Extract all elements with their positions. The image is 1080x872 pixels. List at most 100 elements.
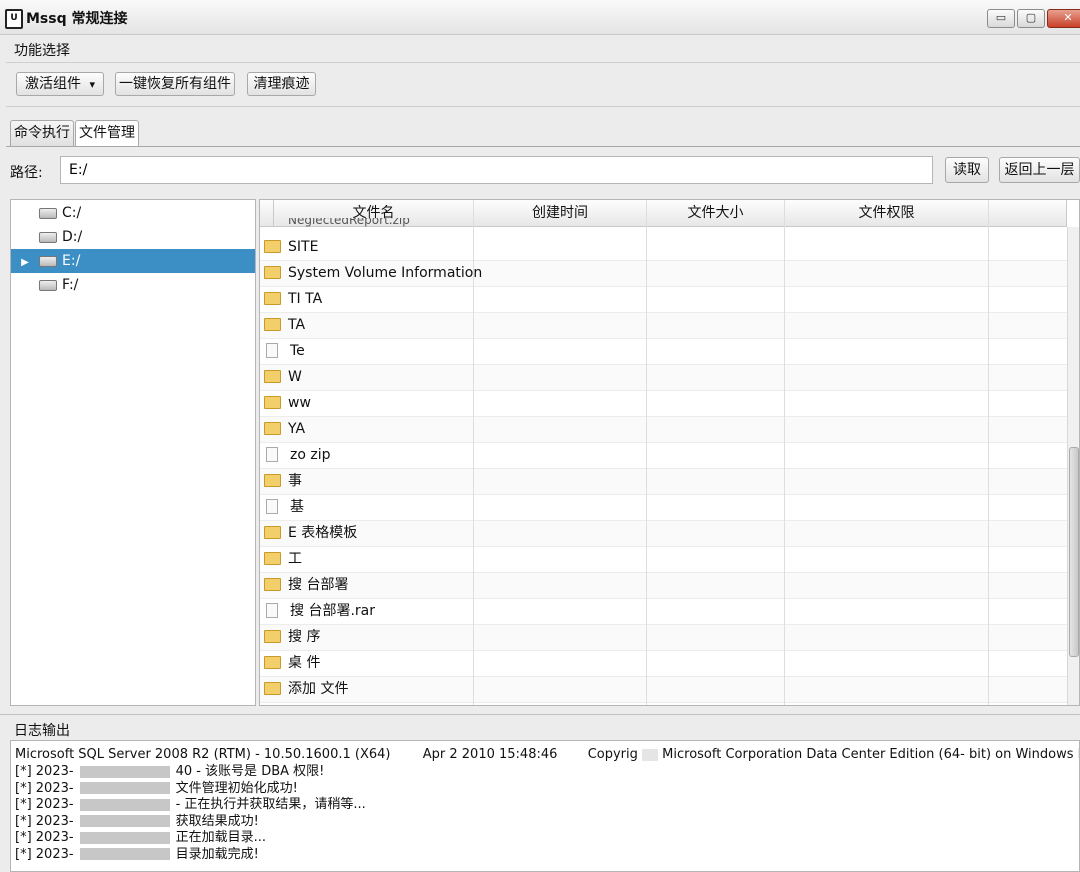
activate-label: 激活组件: [25, 76, 81, 92]
table-row[interactable]: System Volume Information: [260, 261, 1067, 287]
table-row[interactable]: YA: [260, 417, 1067, 443]
log-prefix: [*] 2023-: [15, 830, 74, 845]
log-message: 正在加载目录...: [175, 830, 266, 845]
divider: [6, 62, 1080, 63]
drive-icon: [39, 231, 57, 243]
file-name-text: E 表格模板: [288, 525, 358, 541]
column-divider: [784, 200, 785, 705]
table-row[interactable]: 桌 件: [260, 651, 1067, 677]
log-message: 获取结果成功!: [175, 813, 259, 829]
column-divider: [646, 200, 647, 705]
tree-item-f[interactable]: F:/: [11, 273, 255, 297]
tree-item-label: F:/: [62, 277, 79, 293]
read-button[interactable]: 读取: [945, 157, 989, 183]
partial-row: NeglectedReport.zip: [288, 218, 410, 227]
folder-icon: [264, 525, 281, 539]
tab-file-manager[interactable]: 文件管理: [75, 120, 139, 147]
file-name-text: 桌 件: [288, 655, 321, 671]
folder-icon: [264, 421, 281, 435]
file-icon: [266, 602, 278, 618]
expand-arrow-icon[interactable]: ▶: [11, 251, 39, 275]
tab-command-exec[interactable]: 命令执行: [10, 120, 74, 146]
table-row[interactable]: E 表格模板: [260, 521, 1067, 547]
file-name-cell: 搜 台部署.rar: [264, 599, 375, 624]
file-name-text: 工: [288, 551, 302, 567]
file-name-cell: zo zip: [264, 443, 331, 468]
log-output-label: 日志输出: [14, 723, 70, 739]
log-copyright: Copyrig: [587, 747, 638, 762]
table-row[interactable]: 添加 文件: [260, 677, 1067, 703]
file-name-text: ww: [288, 395, 311, 411]
tree-item-label: C:/: [62, 205, 82, 221]
window-titlebar: [0, 0, 1080, 35]
table-row[interactable]: W: [260, 365, 1067, 391]
file-name-cell: 搜 序: [264, 625, 320, 650]
row-header-spacer: [260, 200, 274, 227]
file-name-text: 基: [290, 499, 304, 515]
go-up-button[interactable]: 返回上一层: [999, 157, 1080, 183]
file-name-text: 添加 文件: [288, 681, 349, 697]
file-name-cell: ww: [264, 391, 311, 416]
file-name-cell: 桌 件: [264, 651, 320, 676]
tree-item-d[interactable]: D:/: [11, 225, 255, 249]
folder-icon: [264, 317, 281, 331]
table-row[interactable]: TA: [260, 313, 1067, 339]
log-line: [*] 2023- 文件管理初始化成功!: [15, 780, 298, 797]
log-line: [*] 2023- 获取结果成功!: [15, 813, 259, 830]
file-name-cell: W: [264, 365, 302, 390]
file-name-text: TI TA: [288, 291, 323, 307]
app-icon: U: [5, 9, 23, 29]
folder-icon: [264, 577, 281, 591]
maximize-button[interactable]: ▢: [1017, 9, 1045, 28]
drive-icon: [39, 207, 57, 219]
tree-item-label: E:/: [62, 253, 81, 269]
restore-all-button[interactable]: 一键恢复所有组件: [115, 72, 235, 96]
table-row[interactable]: TI TA: [260, 287, 1067, 313]
table-row[interactable]: 事: [260, 469, 1067, 495]
table-row[interactable]: 基: [260, 495, 1067, 521]
table-row[interactable]: 搜 台部署: [260, 573, 1067, 599]
file-table: 文件名 创建时间 文件大小 文件权限 NeglectedReport.zip S…: [259, 199, 1080, 706]
table-row[interactable]: Te: [260, 339, 1067, 365]
folder-icon: [264, 655, 281, 669]
folder-icon: [264, 291, 281, 305]
drive-icon: [39, 255, 57, 267]
path-input[interactable]: [60, 156, 933, 184]
column-header-permission[interactable]: 文件权限: [785, 200, 989, 227]
tree-item-c[interactable]: C:/: [11, 201, 255, 225]
tree-item-e[interactable]: ▶ E:/: [11, 249, 255, 273]
column-header-size[interactable]: 文件大小: [647, 200, 785, 227]
redacted-block: [79, 848, 170, 860]
table-row[interactable]: SITE: [260, 235, 1067, 261]
folder-icon: [264, 395, 281, 409]
vertical-scrollbar[interactable]: [1067, 227, 1079, 705]
table-row[interactable]: 搜 台部署.rar: [260, 599, 1067, 625]
folder-icon: [264, 239, 281, 253]
file-name-text: TA: [288, 317, 306, 333]
log-prefix: [*] 2023-: [15, 780, 74, 796]
log-line: [*] 2023- 目录加载完成!: [15, 846, 259, 863]
file-icon: [266, 446, 278, 462]
log-lines: [*] 2023- 40 - 该账号是 DBA 权限! [*] 2023- 文件管理初…: [11, 763, 1079, 871]
file-name-cell: YA: [264, 417, 305, 442]
table-row[interactable]: 搜 序: [260, 625, 1067, 651]
table-row[interactable]: ww: [260, 391, 1067, 417]
table-row[interactable]: zo zip: [260, 443, 1067, 469]
log-line: [*] 2023- 40 - 该账号是 DBA 权限!: [15, 763, 324, 780]
clean-traces-button[interactable]: 清理痕迹: [247, 72, 316, 96]
file-name-text: 搜 台部署.rar: [290, 603, 375, 619]
file-name-text: 搜 序: [288, 629, 321, 645]
close-button[interactable]: ✕: [1047, 9, 1080, 28]
path-label: 路径:: [10, 165, 43, 181]
log-line: [*] 2023- - 正在执行并获取结果，请稍等...: [15, 796, 366, 813]
table-body: SITE System Volume Information TI TA TA Te Ww…: [260, 235, 1067, 705]
chevron-down-icon: ▾: [89, 78, 95, 91]
table-row[interactable]: 工: [260, 547, 1067, 573]
scrollbar-thumb[interactable]: [1069, 447, 1079, 657]
activate-component-button[interactable]: 激活组件 ▾: [16, 72, 104, 96]
file-name-cell: TI TA: [264, 287, 322, 312]
log-prefix: [*] 2023-: [15, 797, 74, 812]
minimize-button[interactable]: ▭: [987, 9, 1015, 28]
column-header-created[interactable]: 创建时间: [474, 200, 647, 227]
file-name-cell: 基: [264, 495, 304, 520]
